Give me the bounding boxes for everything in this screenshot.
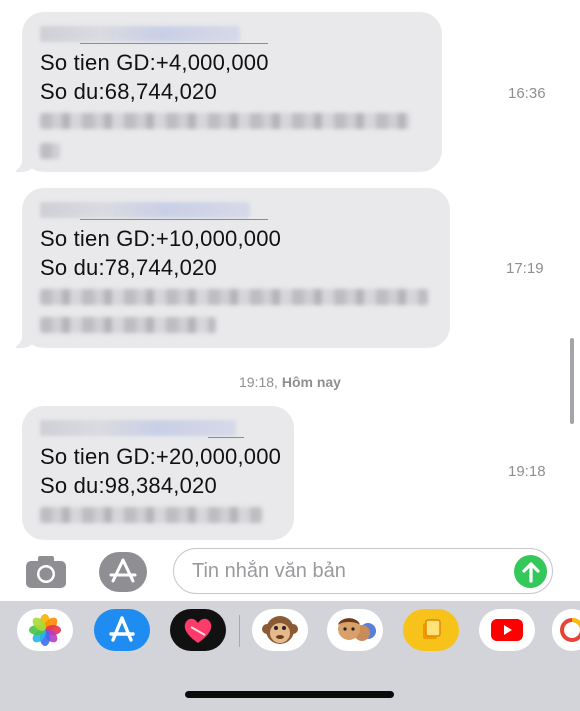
sender-link-redacted [40,202,434,220]
youtube-app-button[interactable] [479,609,535,651]
redacted-text [40,317,216,333]
sender-link-redacted [40,420,278,438]
memoji-stickers-app-button[interactable] [327,609,383,651]
google-icon [560,618,580,642]
camera-button[interactable] [24,554,68,590]
more-app-button[interactable] [552,609,580,651]
drawer-divider [239,615,240,647]
monkey-icon [262,616,298,644]
message-time: 19:18 [508,463,546,480]
scroll-indicator[interactable] [570,338,574,424]
memoji-icon [338,618,376,641]
date-separator-time: 19:18, [239,374,278,390]
redacted-text [40,113,410,129]
sender-link-redacted [40,26,426,44]
message-bubble-1[interactable]: So tien GD:+4,000,000 So du:68,744,020 [6,12,442,172]
date-separator-day: Hôm nay [281,374,341,390]
animoji-app-button[interactable] [252,609,308,651]
camera-icon [26,556,66,588]
home-indicator[interactable] [185,691,394,698]
amount-text: So tien GD:+10,000,000 [40,226,282,251]
photos-icon [29,614,61,646]
message-input[interactable] [190,549,494,593]
app-store-icon [99,552,147,592]
message-thread[interactable]: So tien GD:+4,000,000 So du:68,744,020 1… [0,0,580,545]
sticker-app-icon [423,619,441,639]
redacted-text [40,143,60,159]
balance-text: So du:98,384,020 [40,473,217,498]
amount-text: So tien GD:+4,000,000 [40,50,269,75]
balance-text: So du:68,744,020 [40,79,217,104]
message-bubble-2[interactable]: So tien GD:+10,000,000 So du:78,744,020 [6,188,450,348]
amount-text: So tien GD:+20,000,000 [40,444,282,469]
send-arrow-icon [521,561,540,583]
app-store-app-button[interactable] [94,609,150,651]
send-button[interactable] [514,555,547,588]
digital-touch-app-button[interactable] [170,609,226,651]
message-bubble-3[interactable]: So tien GD:+20,000,000 So du:98,384,020 [22,406,294,540]
bubble-tail [6,330,38,348]
redacted-text [40,289,428,305]
compose-bar [0,545,580,603]
app-store-button[interactable] [98,551,148,593]
app-store-icon [109,616,135,642]
message-time: 16:36 [508,85,546,102]
date-separator: 19:18, Hôm nay [0,374,580,390]
bubble-tail [6,154,38,172]
stickers-app-button[interactable] [403,609,459,651]
youtube-icon [491,619,523,641]
message-time: 17:19 [506,260,544,277]
message-text-field[interactable] [173,548,553,594]
heart-icon [184,618,212,643]
photos-app-button[interactable] [17,609,73,651]
balance-text: So du:78,744,020 [40,255,217,280]
redacted-text [40,507,262,523]
